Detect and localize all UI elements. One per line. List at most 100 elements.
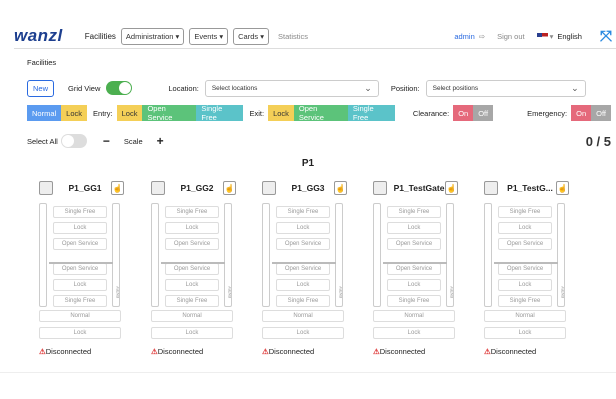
mode-cell[interactable]: Single Free (276, 206, 330, 218)
us-flag-icon[interactable] (536, 32, 548, 40)
header-right: admin ⇨ Sign out ▾ English ⤧ (454, 28, 612, 45)
top-nav: wanzl Facilities Administration ▾ Events… (14, 26, 612, 46)
normal-cell[interactable]: Normal (373, 310, 455, 322)
gate-panel: ENTRY Single Free Lock Open Service Open Ser… (39, 203, 125, 307)
scale-plus-button[interactable]: + (157, 134, 164, 148)
select-checkbox[interactable] (484, 181, 498, 195)
fullscreen-icon[interactable]: ⤧ (600, 28, 612, 45)
grid-view-toggle[interactable] (106, 81, 133, 95)
exit-single-free-button[interactable]: Single Free (347, 104, 395, 122)
mode-cell[interactable]: Lock (498, 279, 552, 291)
facility-name: P1_TestGate (393, 183, 445, 193)
facility-card[interactable]: P1_TestG... ☝ ENTRY Single Free Lock Open Ser… (484, 181, 569, 361)
mode-cell[interactable]: Open Service (387, 238, 441, 250)
lock-cell[interactable]: Lock (39, 327, 121, 339)
mode-cell[interactable]: Single Free (165, 206, 219, 218)
mode-cell[interactable]: Lock (498, 222, 552, 234)
exit-open-service-button[interactable]: Open Service (293, 104, 348, 122)
mode-cell[interactable]: Open Service (276, 238, 330, 250)
mode-cell[interactable]: Single Free (387, 295, 441, 307)
sign-out-icon[interactable]: ⇨ (479, 32, 485, 41)
normal-cell[interactable]: Normal (39, 310, 121, 322)
mode-cell[interactable]: Lock (165, 279, 219, 291)
clearance-on-button[interactable]: On (453, 105, 474, 121)
connection-status: ⚠Disconnected (151, 347, 203, 356)
hand-pointer-icon[interactable]: ☝ (556, 181, 569, 195)
emergency-on-button[interactable]: On (571, 105, 592, 121)
sign-out-link[interactable]: Sign out (497, 32, 525, 41)
location-select[interactable]: Select locations ⌄ (204, 79, 379, 97)
select-checkbox[interactable] (39, 181, 53, 195)
normal-cell[interactable]: Normal (484, 310, 566, 322)
mode-cell[interactable]: Single Free (498, 206, 552, 218)
new-button[interactable]: New (27, 79, 55, 97)
mode-cell[interactable]: Single Free (53, 295, 107, 307)
gate-arm (494, 260, 558, 266)
language-select[interactable]: English (557, 32, 582, 41)
mode-cell[interactable]: Open Service (498, 238, 552, 250)
mode-cell[interactable]: Single Free (276, 295, 330, 307)
emergency-off-button[interactable]: Off (591, 105, 612, 121)
nav-administration[interactable]: Administration ▾ (120, 27, 185, 45)
entry-single-free-button[interactable]: Single Free (196, 104, 244, 122)
facility-card[interactable]: P1_GG1 ☝ ENTRY Single Free Lock Open Service O… (39, 181, 124, 361)
mode-cell[interactable]: Single Free (387, 206, 441, 218)
mode-cell[interactable]: Single Free (498, 295, 552, 307)
mode-cell[interactable]: Open Service (53, 238, 107, 250)
lock-cell[interactable]: Lock (262, 327, 344, 339)
clearance-off-button[interactable]: Off (473, 105, 494, 121)
nav-cards[interactable]: Cards ▾ (233, 27, 269, 45)
user-name[interactable]: admin (454, 32, 474, 41)
mode-cell[interactable]: Open Service (165, 238, 219, 250)
nav-facilities[interactable]: Facilities (85, 32, 116, 41)
mode-cell[interactable]: Lock (276, 279, 330, 291)
right-rail: ENTRY (224, 203, 232, 307)
mode-cell[interactable]: Single Free (53, 206, 107, 218)
select-checkbox[interactable] (262, 181, 276, 195)
hand-pointer-icon[interactable]: ☝ (445, 181, 458, 195)
exit-lock-button[interactable]: Lock (268, 105, 294, 121)
location-placeholder: Select locations (211, 84, 258, 92)
language-caret-icon[interactable]: ▾ (550, 32, 554, 41)
select-all-toggle[interactable] (60, 134, 87, 148)
mode-cell[interactable]: Lock (165, 222, 219, 234)
left-rail (151, 203, 159, 307)
mode-cell[interactable]: Single Free (165, 295, 219, 307)
mode-cell[interactable]: Lock (387, 279, 441, 291)
entry-open-service-button[interactable]: Open Service (142, 104, 197, 122)
facility-card[interactable]: P1_GG3 ☝ ENTRY Single Free Lock Open Service O… (262, 181, 347, 361)
facility-card[interactable]: P1_GG2 ☝ ENTRY Single Free Lock Open Service O… (151, 181, 236, 361)
select-checkbox[interactable] (373, 181, 387, 195)
hand-pointer-icon[interactable]: ☝ (334, 181, 347, 195)
position-select[interactable]: Select positions ⌄ (425, 79, 586, 97)
lock-button[interactable]: Lock (61, 105, 88, 121)
hand-pointer-icon[interactable]: ☝ (223, 181, 236, 195)
connection-status: ⚠Disconnected (262, 347, 314, 356)
hand-pointer-icon[interactable]: ☝ (111, 181, 124, 195)
mode-cell[interactable]: Lock (53, 222, 107, 234)
mode-cell[interactable]: Lock (53, 279, 107, 291)
normal-cell[interactable]: Normal (151, 310, 233, 322)
entry-label: Entry: (93, 108, 113, 118)
footer-area (0, 372, 616, 399)
normal-button[interactable]: Normal (27, 105, 62, 121)
scale-minus-button[interactable]: − (103, 134, 110, 148)
mode-cell[interactable]: Lock (276, 222, 330, 234)
normal-cell[interactable]: Normal (262, 310, 344, 322)
lock-cell[interactable]: Lock (484, 327, 566, 339)
gate-arm (49, 260, 113, 266)
lock-cell[interactable]: Lock (151, 327, 233, 339)
section-title: Facilities (27, 58, 57, 67)
entry-lock-button[interactable]: Lock (116, 105, 143, 121)
position-label: Position: (390, 83, 420, 93)
select-checkbox[interactable] (151, 181, 165, 195)
connection-status: ⚠Disconnected (484, 347, 536, 356)
facility-card[interactable]: P1_TestGate ☝ ENTRY Single Free Lock Open Ser… (373, 181, 458, 361)
right-rail: ENTRY (446, 203, 454, 307)
nav-events[interactable]: Events ▾ (189, 27, 229, 45)
mode-cell[interactable]: Lock (387, 222, 441, 234)
disconnected-icon: ⚠ (262, 347, 269, 356)
nav-statistics[interactable]: Statistics (278, 32, 308, 41)
lock-cell[interactable]: Lock (373, 327, 455, 339)
gate-panel: ENTRY Single Free Lock Open Service Open Ser… (262, 203, 348, 307)
